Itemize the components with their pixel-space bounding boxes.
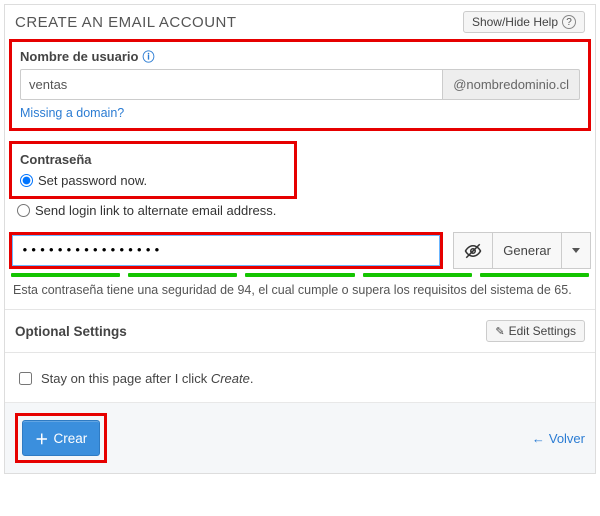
password-strength-bar <box>11 273 589 277</box>
eye-slash-icon <box>464 242 482 260</box>
strength-seg <box>363 273 472 277</box>
password-strength-text: Esta contraseña tiene una seguridad de 9… <box>5 281 595 307</box>
help-icon[interactable]: ⓘ <box>142 48 154 65</box>
help-button-label: Show/Hide Help <box>472 15 558 29</box>
show-hide-help-button[interactable]: Show/Hide Help ? <box>463 11 585 33</box>
edit-settings-button[interactable]: ✎ Edit Settings <box>486 320 585 342</box>
radio-set-now[interactable]: Set password now. <box>20 171 286 190</box>
footer-row: ＋ Crear ← Volver <box>5 402 595 473</box>
strength-seg <box>11 273 120 277</box>
strength-seg <box>480 273 589 277</box>
strength-seg <box>245 273 354 277</box>
password-side-buttons: Generar <box>453 232 591 269</box>
domain-addon[interactable]: @nombredominio.cl <box>443 69 580 100</box>
generate-dropdown-button[interactable] <box>562 232 591 269</box>
username-label: Nombre de usuario <box>20 49 138 64</box>
optional-settings-title: Optional Settings <box>15 324 127 339</box>
question-icon: ? <box>562 15 576 29</box>
divider <box>5 352 595 353</box>
divider <box>5 309 595 310</box>
stay-label: Stay on this page after I click Create. <box>41 371 253 386</box>
password-options-box: Contraseña Set password now. <box>9 141 297 199</box>
radio-send-link-label: Send login link to alternate email addre… <box>35 203 276 218</box>
strength-seg <box>128 273 237 277</box>
plus-icon: ＋ <box>35 428 49 448</box>
username-input-group: @nombredominio.cl <box>20 69 580 100</box>
username-label-row: Nombre de usuario ⓘ <box>20 48 580 65</box>
password-input-wrap <box>9 232 443 269</box>
stay-suffix: . <box>250 371 254 386</box>
generate-label: Generar <box>503 243 551 258</box>
pencil-icon: ✎ <box>495 325 504 338</box>
password-options-extra: Send login link to alternate email addre… <box>9 199 591 226</box>
stay-checkbox[interactable] <box>19 372 32 385</box>
radio-set-now-input[interactable] <box>20 174 33 187</box>
arrow-left-icon: ← <box>532 431 545 446</box>
password-label: Contraseña <box>20 148 286 167</box>
password-section: Contraseña Set password now. Send login … <box>9 141 591 226</box>
radio-send-link-input[interactable] <box>17 204 30 217</box>
edit-settings-label: Edit Settings <box>509 324 576 338</box>
stay-prefix: Stay on this page after I click <box>41 371 211 386</box>
stay-on-page-row: Stay on this page after I click Create. <box>5 355 595 402</box>
username-input[interactable] <box>20 69 443 100</box>
generate-password-button[interactable]: Generar <box>493 232 562 269</box>
email-account-panel: CREATE AN EMAIL ACCOUNT Show/Hide Help ?… <box>4 4 596 474</box>
create-label: Crear <box>54 431 88 446</box>
radio-send-link[interactable]: Send login link to alternate email addre… <box>17 201 583 220</box>
missing-domain-link[interactable]: Missing a domain? <box>20 106 124 120</box>
password-input-row: Generar <box>9 232 591 269</box>
stay-em: Create <box>211 371 250 386</box>
chevron-down-icon <box>572 248 580 253</box>
optional-settings-row: Optional Settings ✎ Edit Settings <box>5 312 595 350</box>
create-button-highlight: ＋ Crear <box>15 413 107 463</box>
create-button[interactable]: ＋ Crear <box>22 420 100 456</box>
header-row: CREATE AN EMAIL ACCOUNT Show/Hide Help ? <box>5 5 595 39</box>
back-link[interactable]: ← Volver <box>532 431 585 446</box>
password-input[interactable] <box>12 235 440 266</box>
page-title: CREATE AN EMAIL ACCOUNT <box>15 14 237 31</box>
back-label: Volver <box>549 431 585 446</box>
radio-set-now-label: Set password now. <box>38 173 147 188</box>
username-section: Nombre de usuario ⓘ @nombredominio.cl Mi… <box>9 39 591 131</box>
toggle-visibility-button[interactable] <box>453 232 493 269</box>
